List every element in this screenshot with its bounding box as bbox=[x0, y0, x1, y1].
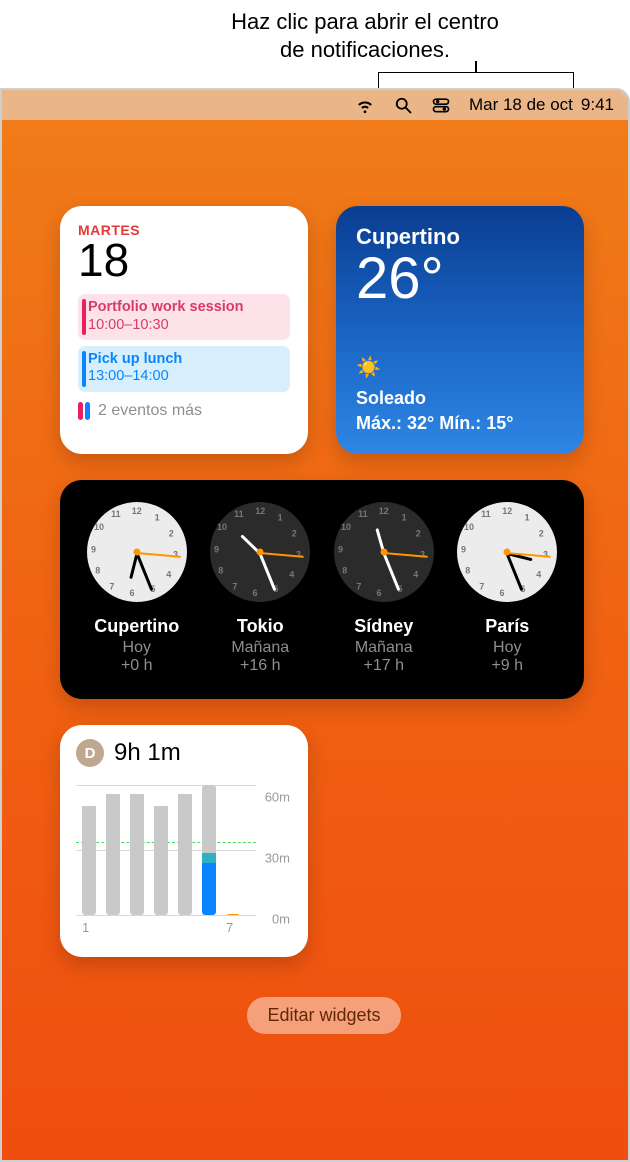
clock-day: Mañana bbox=[325, 639, 443, 657]
chart-bar bbox=[106, 789, 120, 915]
menubar-time: 9:41 bbox=[581, 95, 614, 115]
event-time: 10:00–10:30 bbox=[88, 317, 282, 334]
clock-offset: +9 h bbox=[449, 657, 567, 675]
chart-bar bbox=[154, 796, 168, 915]
chart-bar bbox=[178, 789, 192, 915]
chart-bar bbox=[226, 904, 240, 915]
event-time: 13:00–14:00 bbox=[88, 368, 282, 385]
callout-bracket bbox=[378, 72, 574, 88]
world-clock-city: 121234567891011 París Hoy +9 h bbox=[449, 502, 567, 675]
avatar: D bbox=[76, 739, 104, 767]
y-tick: 60m bbox=[265, 790, 290, 805]
sun-icon: ☀️ bbox=[356, 354, 564, 382]
event-title: Pick up lunch bbox=[88, 351, 282, 368]
clock-offset: +17 h bbox=[325, 657, 443, 675]
menubar-datetime[interactable]: Mar 18 de oct 9:41 bbox=[469, 95, 614, 115]
clock-offset: +0 h bbox=[78, 657, 196, 675]
weather-widget[interactable]: Cupertino 26° ☀️ Soleado Máx.: 32° Mín.:… bbox=[336, 206, 584, 454]
x-tick: 1 bbox=[82, 920, 89, 935]
clock-city-name: Tokio bbox=[202, 616, 320, 637]
callout-line2: de notificaciones. bbox=[100, 36, 630, 64]
calendar-widget[interactable]: MARTES 18 Portfolio work session 10:00–1… bbox=[60, 206, 308, 454]
clock-day: Mañana bbox=[202, 639, 320, 657]
calendar-more-label: 2 eventos más bbox=[98, 402, 202, 420]
clock-city-name: Cupertino bbox=[78, 616, 196, 637]
clock-face: 121234567891011 bbox=[457, 502, 557, 602]
screen-time-total: 9h 1m bbox=[114, 739, 181, 767]
clock-day: Hoy bbox=[78, 639, 196, 657]
event-color-pill bbox=[85, 402, 90, 420]
y-tick: 0m bbox=[272, 912, 290, 927]
x-tick: 7 bbox=[226, 920, 233, 935]
world-clock-city: 121234567891011 Sídney Mañana +17 h bbox=[325, 502, 443, 675]
event-color-pill bbox=[78, 402, 83, 420]
chart-bar bbox=[202, 785, 216, 915]
clock-face: 121234567891011 bbox=[334, 502, 434, 602]
clock-city-name: Sídney bbox=[325, 616, 443, 637]
calendar-event[interactable]: Portfolio work session 10:00–10:30 bbox=[78, 294, 290, 340]
weather-range: Máx.: 32° Mín.: 15° bbox=[356, 411, 564, 436]
event-title: Portfolio work session bbox=[88, 299, 282, 316]
menubar: Mar 18 de oct 9:41 bbox=[2, 90, 628, 120]
calendar-daynum: 18 bbox=[78, 236, 290, 284]
notification-center: MARTES 18 Portfolio work session 10:00–1… bbox=[2, 120, 628, 1058]
clock-face: 121234567891011 bbox=[210, 502, 310, 602]
world-clock-city: 121234567891011 Cupertino Hoy +0 h bbox=[78, 502, 196, 675]
clock-face: 121234567891011 bbox=[87, 502, 187, 602]
calendar-more[interactable]: 2 eventos más bbox=[78, 402, 290, 420]
calendar-event[interactable]: Pick up lunch 13:00–14:00 bbox=[78, 346, 290, 392]
desktop-frame: Mar 18 de oct 9:41 MARTES 18 Portfolio w… bbox=[0, 88, 630, 1162]
screen-time-chart: 60m 30m 0m 1 7 bbox=[76, 775, 292, 935]
world-clock-city: 121234567891011 Tokio Mañana +16 h bbox=[202, 502, 320, 675]
clock-offset: +16 h bbox=[202, 657, 320, 675]
clock-city-name: París bbox=[449, 616, 567, 637]
search-icon[interactable] bbox=[393, 95, 413, 115]
wifi-icon[interactable] bbox=[355, 95, 375, 115]
callout-line1: Haz clic para abrir el centro bbox=[100, 8, 630, 36]
weather-temp: 26° bbox=[356, 250, 564, 308]
clock-day: Hoy bbox=[449, 639, 567, 657]
control-center-icon[interactable] bbox=[431, 95, 451, 115]
edit-widgets-button[interactable]: Editar widgets bbox=[247, 997, 400, 1034]
chart-bar bbox=[130, 789, 144, 915]
y-tick: 30m bbox=[265, 851, 290, 866]
calendar-events: Portfolio work session 10:00–10:30 Pick … bbox=[78, 294, 290, 392]
menubar-date: Mar 18 de oct bbox=[469, 95, 573, 115]
callout-text: Haz clic para abrir el centro de notific… bbox=[0, 8, 630, 63]
chart-bar bbox=[82, 796, 96, 915]
screen-time-widget[interactable]: D 9h 1m 60m 30m 0m 1 7 bbox=[60, 725, 308, 957]
world-clock-widget[interactable]: 121234567891011 Cupertino Hoy +0 h 12123… bbox=[60, 480, 584, 699]
weather-condition: Soleado bbox=[356, 386, 564, 411]
